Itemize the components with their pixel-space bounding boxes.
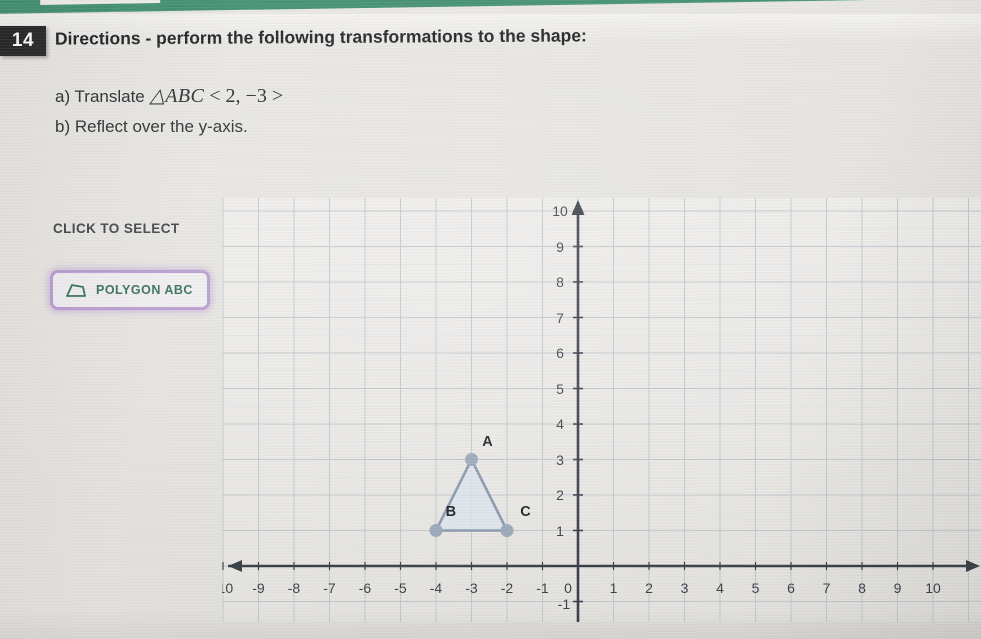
- x-axis-tick-label-1: 1: [609, 580, 618, 596]
- x-axis-tick-label-5: 5: [751, 580, 760, 596]
- x-axis-tick-label--3: -3: [465, 580, 478, 596]
- task-part-a-prefix: a) Translate: [55, 87, 150, 106]
- y-axis-tick-label-5: 5: [556, 380, 564, 397]
- y-axis-tick-label-10: 10: [552, 203, 568, 219]
- coordinate-plane[interactable]: -10-9-8-7-6-5-4-3-2-1012345678910-112345…: [222, 198, 981, 622]
- x-axis-tick-label--10: -10: [222, 580, 234, 596]
- vertex-label-C: C: [520, 504, 531, 521]
- y-axis-tick-label-6: 6: [556, 345, 564, 361]
- y-axis-tick-label-3: 3: [556, 451, 564, 468]
- x-axis-tick-label--5: -5: [394, 580, 407, 596]
- vertex-label-B: B: [445, 504, 457, 521]
- x-axis-tick-label--1: -1: [536, 580, 549, 596]
- x-axis-tick-label--4: -4: [429, 580, 443, 596]
- y-axis-tick-label-4: 4: [556, 416, 564, 432]
- x-axis-tick-label--7: -7: [323, 580, 336, 596]
- task-part-a-triangle: △ABC: [149, 85, 205, 107]
- y-axis-tick-label-8: 8: [556, 274, 564, 290]
- polygon-abc-button-label: POLYGON ABC: [96, 283, 193, 297]
- y-axis-tick-label--1: -1: [557, 596, 571, 612]
- worksheet-screen: 14 Directions - perform the following tr…: [0, 0, 981, 639]
- task-part-a-vector: < 2, −3 >: [204, 85, 284, 107]
- x-axis-tick-label--2: -2: [500, 580, 514, 596]
- task-part-a: a) Translate △ABC < 2, −3 >: [55, 83, 283, 108]
- y-axis-tick-label-1: 1: [556, 522, 564, 539]
- polygon-icon: [66, 284, 86, 297]
- grid-and-axes: [222, 198, 981, 622]
- x-axis-tick-label--9: -9: [252, 580, 265, 596]
- x-axis-tick-label--6: -6: [358, 580, 372, 596]
- x-axis-tick-label--8: -8: [287, 580, 301, 596]
- x-axis-tick-label-0: 0: [564, 580, 572, 596]
- x-axis-tick-label-3: 3: [680, 580, 689, 596]
- x-axis-tick-label-10: 10: [925, 580, 941, 596]
- x-axis-tick-label-4: 4: [716, 580, 724, 596]
- x-axis-tick-label-8: 8: [858, 580, 866, 596]
- click-to-select-label: CLICK TO SELECT: [53, 221, 180, 236]
- y-axis-tick-label-7: 7: [556, 309, 564, 326]
- x-axis-tick-label-7: 7: [822, 580, 831, 596]
- question-number-badge: 14: [0, 26, 46, 56]
- x-axis-tick-label-9: 9: [893, 580, 902, 596]
- polygon-abc-button[interactable]: POLYGON ABC: [50, 270, 210, 310]
- vertex-label-A: A: [482, 433, 493, 450]
- x-axis-tick-label-2: 2: [645, 580, 653, 596]
- y-axis-tick-label-9: 9: [556, 238, 564, 255]
- y-axis-tick-label-2: 2: [556, 487, 564, 503]
- task-part-b: b) Reflect over the y-axis.: [55, 117, 248, 136]
- directions-text: Directions - perform the following trans…: [54, 25, 587, 49]
- x-axis-tick-label-6: 6: [787, 580, 795, 596]
